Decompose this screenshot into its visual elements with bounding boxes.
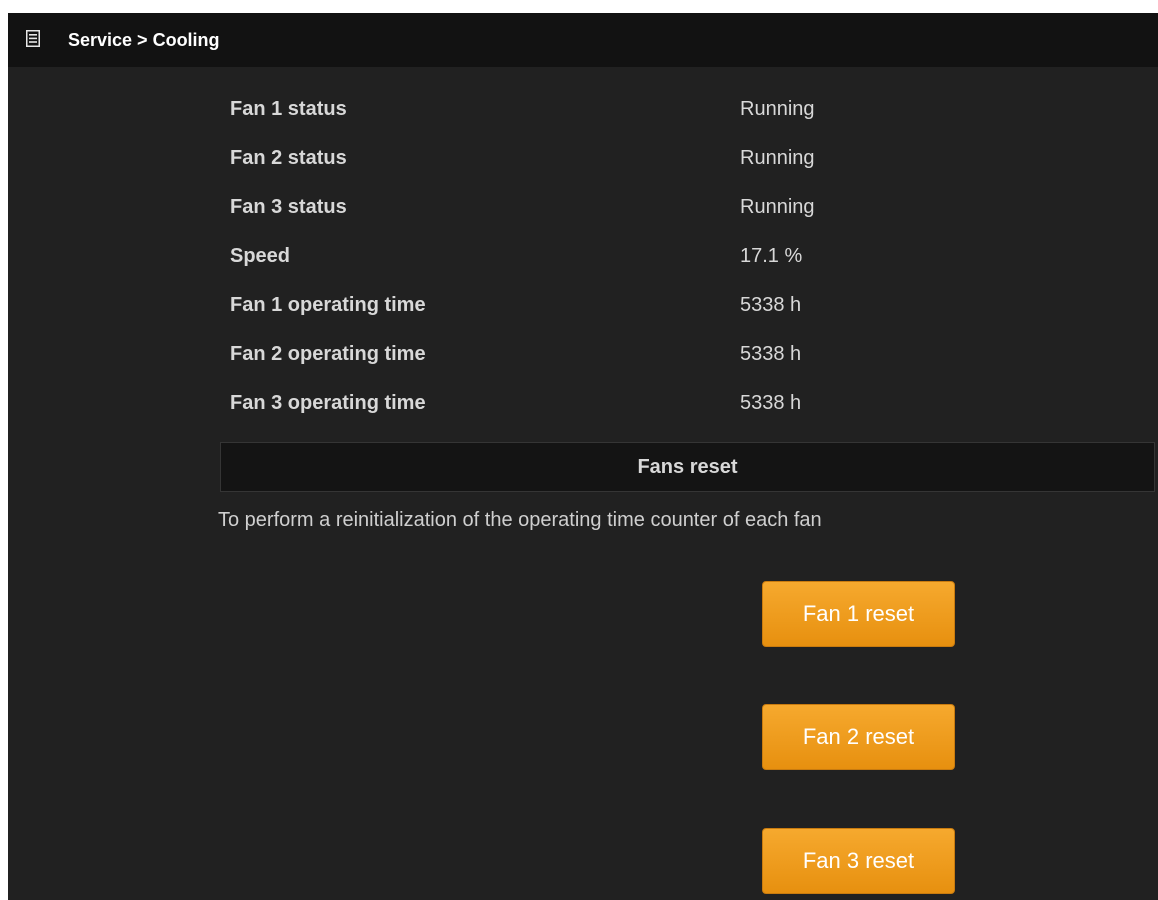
fans-reset-description: To perform a reinitialization of the ope… bbox=[218, 509, 822, 531]
status-row-fan2-time: Fan 2 operating time 5338 h bbox=[230, 338, 930, 387]
status-label: Fan 1 operating time bbox=[230, 294, 426, 316]
status-row-fan2: Fan 2 status Running bbox=[230, 142, 930, 191]
page-title: Service > Cooling bbox=[68, 30, 220, 50]
fan-3-reset-button[interactable]: Fan 3 reset bbox=[762, 828, 955, 894]
status-value: Running bbox=[740, 98, 815, 120]
status-value: 5338 h bbox=[740, 343, 802, 365]
fan-1-reset-button[interactable]: Fan 1 reset bbox=[762, 581, 955, 647]
cooling-panel: Service > Cooling Fan 1 status Running F… bbox=[8, 13, 1158, 900]
fan-status-table: Fan 1 status Running Fan 2 status Runnin… bbox=[230, 93, 930, 436]
status-value: Running bbox=[740, 147, 815, 169]
status-value: 5338 h bbox=[740, 392, 802, 414]
status-label: Fan 1 status bbox=[230, 98, 347, 120]
list-icon bbox=[26, 30, 40, 47]
fan-2-reset-button[interactable]: Fan 2 reset bbox=[762, 704, 955, 770]
section-title: Fans reset bbox=[637, 455, 738, 478]
status-value: 5338 h bbox=[740, 294, 802, 316]
status-value: Running bbox=[740, 196, 815, 218]
title-bar: Service > Cooling bbox=[8, 13, 1158, 67]
status-value: 17.1 % bbox=[740, 245, 803, 267]
status-row-fan3-time: Fan 3 operating time 5338 h bbox=[230, 387, 930, 436]
status-row-fan3: Fan 3 status Running bbox=[230, 191, 930, 240]
status-row-fan1: Fan 1 status Running bbox=[230, 93, 930, 142]
status-row-speed: Speed 17.1 % bbox=[230, 240, 930, 289]
fans-reset-header: Fans reset bbox=[220, 442, 1155, 492]
status-label: Fan 3 operating time bbox=[230, 392, 426, 414]
status-label: Fan 3 status bbox=[230, 196, 347, 218]
status-label: Fan 2 operating time bbox=[230, 343, 426, 365]
status-label: Speed bbox=[230, 245, 291, 267]
status-row-fan1-time: Fan 1 operating time 5338 h bbox=[230, 289, 930, 338]
status-label: Fan 2 status bbox=[230, 147, 347, 169]
